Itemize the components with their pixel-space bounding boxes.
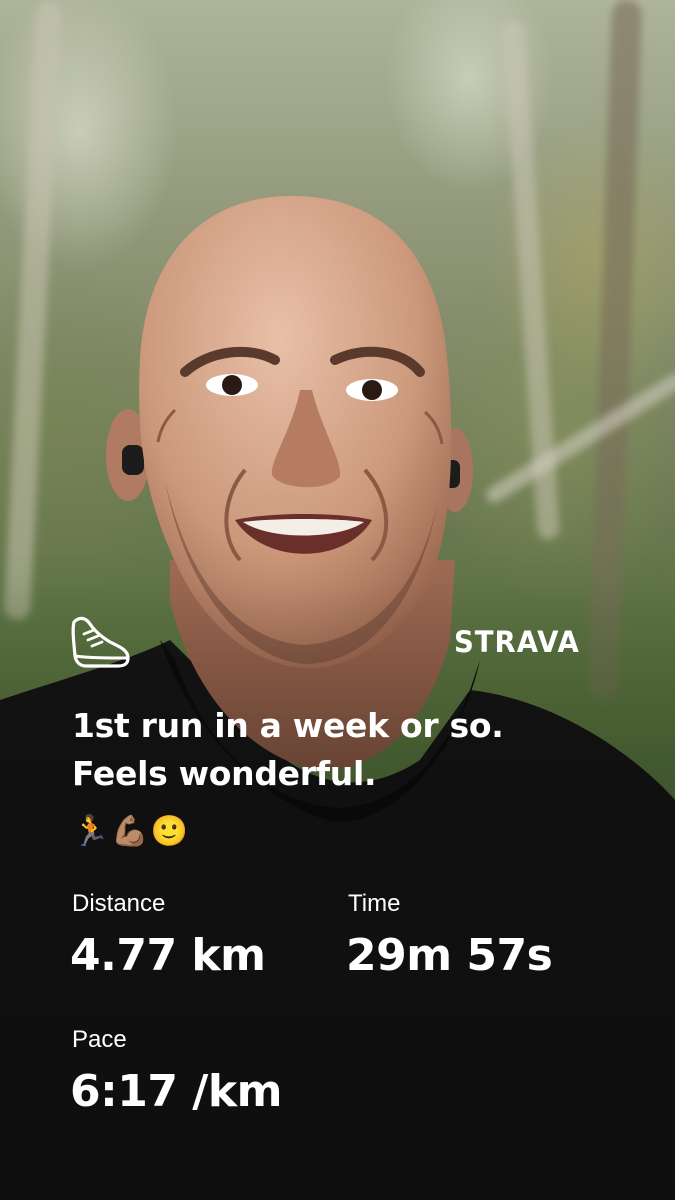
smile-emoji: 🙂 (150, 814, 189, 849)
strava-logo: STRAVA (454, 625, 580, 659)
running-shoe-icon (71, 616, 130, 668)
activity-caption: 1st run in a week or so. Feels wonderful… (72, 706, 504, 793)
time-value: 29m 57s (346, 930, 553, 981)
pace-label: Pace (72, 1026, 127, 1053)
time-label: Time (348, 890, 401, 917)
distance-value: 4.77 km (70, 930, 266, 981)
pace-value: 6:17 /km (70, 1066, 282, 1117)
distance-label: Distance (72, 890, 166, 917)
caption-emojis: 🏃 💪🏽 🙂 (72, 810, 188, 854)
story-card: STRAVA 1st run in a week or so. Feels wo… (0, 0, 675, 1200)
runner-emoji: 🏃 (72, 814, 110, 849)
flexed-bicep-emoji: 💪🏽 (111, 814, 149, 849)
